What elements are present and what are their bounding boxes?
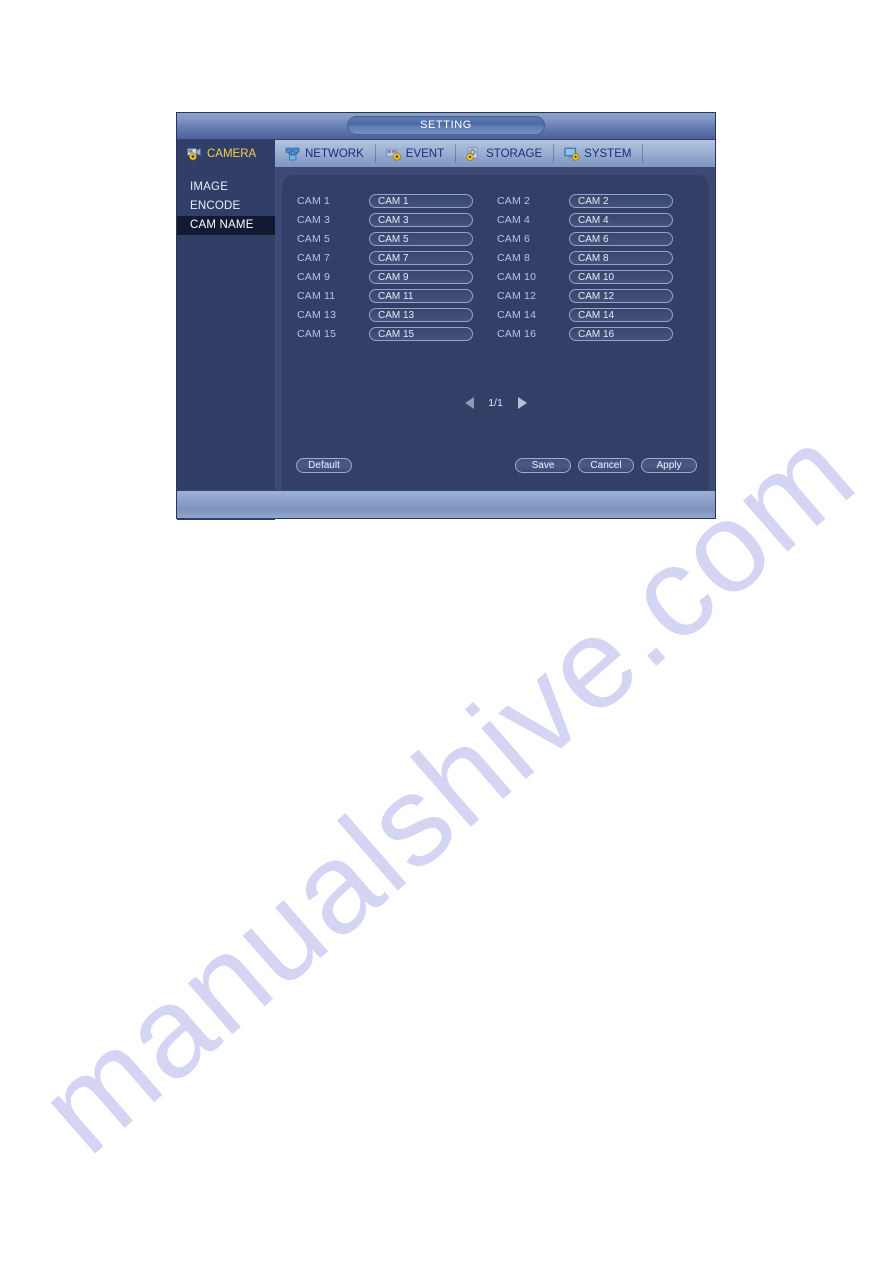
tab-system[interactable]: SYSTEM (554, 140, 644, 167)
network-icon (285, 147, 301, 161)
camera-row: CAM 4 (497, 212, 697, 228)
camera-name-input[interactable] (369, 213, 473, 227)
camera-name-grid: CAM 1 CAM 2 CAM 3 CAM 4 (297, 193, 697, 342)
camera-row: CAM 5 (297, 231, 497, 247)
camera-channel-label: CAM 11 (297, 290, 336, 302)
camera-row: CAM 1 (297, 193, 497, 209)
camera-name-input[interactable] (569, 213, 673, 227)
storage-gear-icon (466, 147, 482, 161)
tab-storage-label: STORAGE (486, 147, 543, 160)
camera-channel-label: CAM 8 (497, 252, 531, 264)
camera-channel-label: CAM 7 (297, 252, 331, 264)
sidebar-item-encode[interactable]: ENCODE (177, 197, 275, 216)
camera-name-input[interactable] (369, 308, 473, 322)
system-gear-icon (564, 147, 580, 161)
cam-name-panel: CAM 1 CAM 2 CAM 3 CAM 4 (282, 175, 709, 499)
camera-channel-label: CAM 6 (497, 233, 531, 245)
tab-camera-label: CAMERA (207, 147, 257, 160)
camera-channel-label: CAM 16 (497, 328, 537, 340)
save-button[interactable]: Save (515, 458, 571, 473)
camera-channel-label: CAM 1 (297, 195, 331, 207)
camera-channel-label: CAM 10 (497, 271, 537, 283)
sidebar-item-label: CAM NAME (190, 219, 254, 231)
camera-row: CAM 16 (497, 326, 697, 342)
sidebar-item-cam-name[interactable]: CAM NAME (177, 216, 275, 235)
sidebar-item-label: ENCODE (190, 200, 241, 212)
window-footer-bar (177, 490, 715, 518)
camera-row: CAM 12 (497, 288, 697, 304)
camera-name-input[interactable] (369, 251, 473, 265)
content-area: CAM 1 CAM 2 CAM 3 CAM 4 (275, 167, 715, 520)
camera-row: CAM 2 (497, 193, 697, 209)
tab-system-label: SYSTEM (584, 147, 632, 160)
sidebar-item-label: IMAGE (190, 181, 229, 193)
tab-network[interactable]: NETWORK (275, 140, 376, 167)
default-button[interactable]: Default (296, 458, 352, 473)
camera-row: CAM 15 (297, 326, 497, 342)
camera-gear-icon (187, 147, 203, 161)
camera-name-input[interactable] (569, 327, 673, 341)
camera-row: CAM 13 (297, 307, 497, 323)
window-title: SETTING (347, 116, 545, 135)
camera-name-input[interactable] (369, 232, 473, 246)
camera-name-input[interactable] (569, 251, 673, 265)
tab-event[interactable]: EVENT (376, 140, 457, 167)
camera-name-input[interactable] (569, 232, 673, 246)
camera-name-input[interactable] (369, 289, 473, 303)
camera-row: CAM 7 (297, 250, 497, 266)
camera-channel-label: CAM 3 (297, 214, 331, 226)
primary-button-group: Save Cancel Apply (515, 458, 697, 473)
camera-name-input[interactable] (369, 327, 473, 341)
sidebar-item-image[interactable]: IMAGE (177, 178, 275, 197)
camera-channel-label: CAM 5 (297, 233, 331, 245)
camera-row: CAM 6 (497, 231, 697, 247)
camera-row: CAM 10 (497, 269, 697, 285)
main-tab-strip[interactable]: CAMERA NETWORK EVENT STORAGE SYSTEM (177, 140, 715, 167)
camera-row: CAM 9 (297, 269, 497, 285)
camera-channel-label: CAM 9 (297, 271, 331, 283)
camera-row: CAM 8 (497, 250, 697, 266)
camera-name-input[interactable] (569, 289, 673, 303)
camera-channel-label: CAM 2 (497, 195, 531, 207)
camera-row: CAM 3 (297, 212, 497, 228)
triangle-left-icon[interactable] (464, 397, 474, 409)
camera-channel-label: CAM 14 (497, 309, 537, 321)
camera-channel-label: CAM 4 (497, 214, 531, 226)
tab-event-label: EVENT (405, 147, 445, 160)
event-gear-icon (385, 147, 402, 161)
tab-storage[interactable]: STORAGE (456, 140, 555, 167)
camera-channel-label: CAM 15 (297, 328, 337, 340)
tab-network-label: NETWORK (305, 147, 364, 160)
cancel-button[interactable]: Cancel (578, 458, 634, 473)
camera-name-input[interactable] (369, 194, 473, 208)
setting-window: SETTING CAMERA NETWORK EVENT STORAGE SYS… (176, 112, 716, 520)
tab-camera[interactable]: CAMERA (177, 140, 275, 167)
page-indicator: 1/1 (488, 397, 503, 409)
camera-row: CAM 14 (497, 307, 697, 323)
action-button-row: Default Save Cancel Apply (296, 458, 697, 473)
apply-button[interactable]: Apply (641, 458, 697, 473)
camera-name-input[interactable] (569, 270, 673, 284)
window-body: IMAGE ENCODE CAM NAME CAM 1 CAM 2 (177, 167, 715, 520)
triangle-right-icon[interactable] (517, 397, 527, 409)
camera-row: CAM 11 (297, 288, 497, 304)
camera-channel-label: CAM 12 (497, 290, 537, 302)
window-title-bar: SETTING (177, 113, 715, 140)
pagination: 1/1 (282, 397, 709, 409)
camera-channel-label: CAM 13 (297, 309, 337, 321)
camera-name-input[interactable] (569, 194, 673, 208)
camera-sidebar[interactable]: IMAGE ENCODE CAM NAME (177, 167, 275, 520)
camera-name-input[interactable] (369, 270, 473, 284)
camera-name-input[interactable] (569, 308, 673, 322)
